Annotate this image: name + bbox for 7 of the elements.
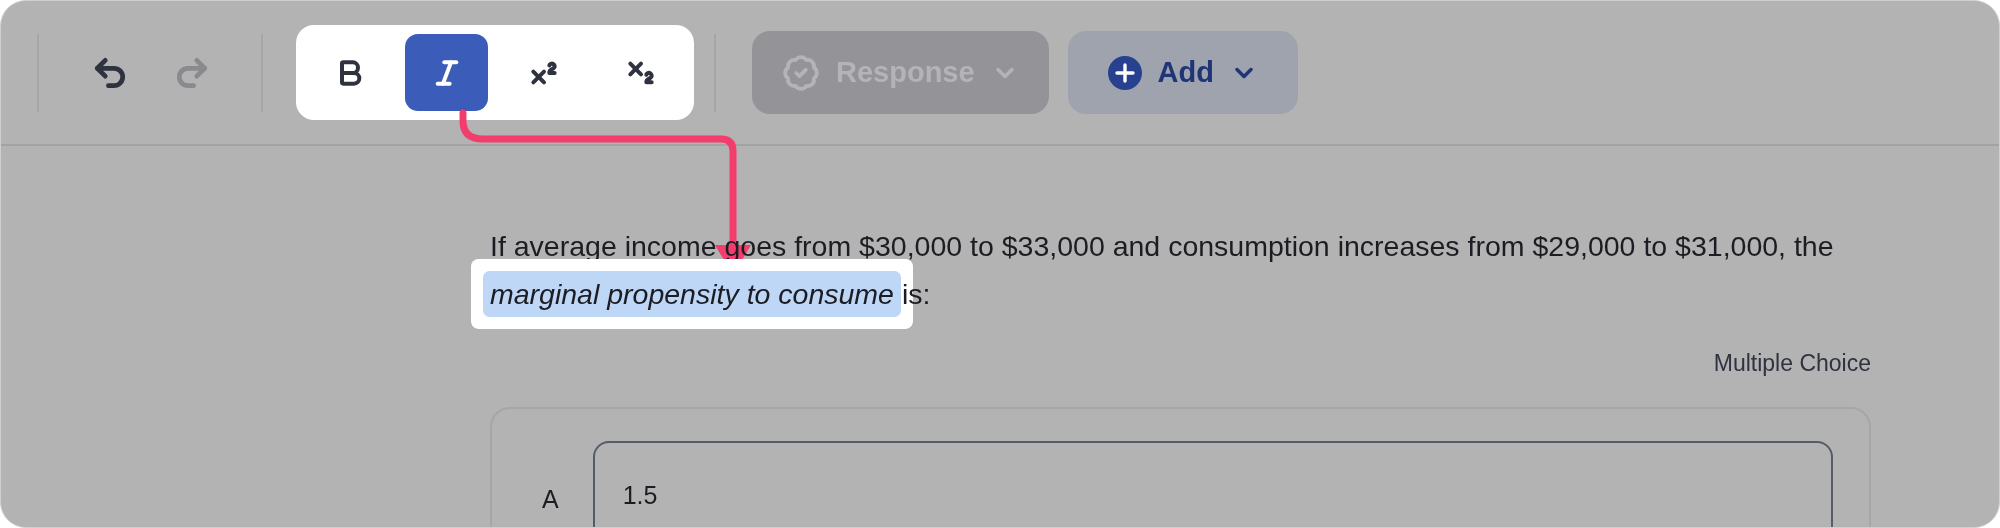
answer-field[interactable]: 1.5 <box>592 441 1833 527</box>
question-type-label: Multiple Choice <box>1713 350 1871 377</box>
add-button[interactable]: Add <box>1067 31 1298 114</box>
italic-button[interactable] <box>405 34 488 111</box>
choice-letter: A <box>542 485 559 514</box>
plus-circle-icon <box>1107 55 1142 90</box>
badge-check-icon <box>782 53 820 92</box>
